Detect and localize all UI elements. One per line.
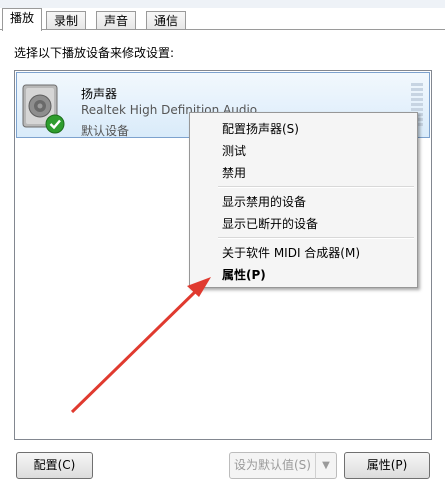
menu-item-configure-speakers[interactable]: 配置扬声器(S) bbox=[222, 120, 299, 137]
tab-recording[interactable]: 录制 bbox=[46, 11, 87, 30]
instruction-text: 选择以下播放设备来修改设置: bbox=[14, 46, 175, 60]
configure-button[interactable]: 配置(C) bbox=[16, 452, 93, 479]
chevron-down-icon: ▼ bbox=[322, 460, 330, 471]
device-status: 默认设备 bbox=[81, 124, 130, 138]
menu-item-show-disconnected[interactable]: 显示已断开的设备 bbox=[222, 215, 318, 232]
context-menu: 配置扬声器(S) 测试 禁用 显示禁用的设备 显示已断开的设备 关于软件 MID… bbox=[189, 112, 418, 288]
tab-bar: 播放 录制 声音 通信 bbox=[0, 8, 445, 31]
set-default-dropdown-button[interactable]: ▼ bbox=[315, 452, 337, 479]
device-name: 扬声器 bbox=[81, 87, 118, 101]
tab-playback[interactable]: 播放 bbox=[2, 8, 43, 31]
menu-item-disable[interactable]: 禁用 bbox=[222, 164, 246, 181]
menu-item-show-disabled[interactable]: 显示禁用的设备 bbox=[222, 193, 306, 210]
checkmark-icon bbox=[45, 114, 65, 134]
menu-separator bbox=[218, 186, 414, 188]
menu-separator bbox=[218, 237, 414, 239]
properties-button[interactable]: 属性(P) bbox=[344, 452, 430, 479]
set-default-button[interactable]: 设为默认值(S) bbox=[229, 452, 316, 479]
window-top-strip bbox=[0, 0, 445, 8]
speaker-icon bbox=[22, 84, 65, 134]
tab-sounds[interactable]: 声音 bbox=[96, 11, 137, 30]
menu-item-properties[interactable]: 属性(P) bbox=[222, 266, 266, 283]
menu-item-test[interactable]: 测试 bbox=[222, 142, 246, 159]
menu-item-about-midi[interactable]: 关于软件 MIDI 合成器(M) bbox=[222, 244, 360, 261]
tab-communications[interactable]: 通信 bbox=[146, 11, 187, 30]
